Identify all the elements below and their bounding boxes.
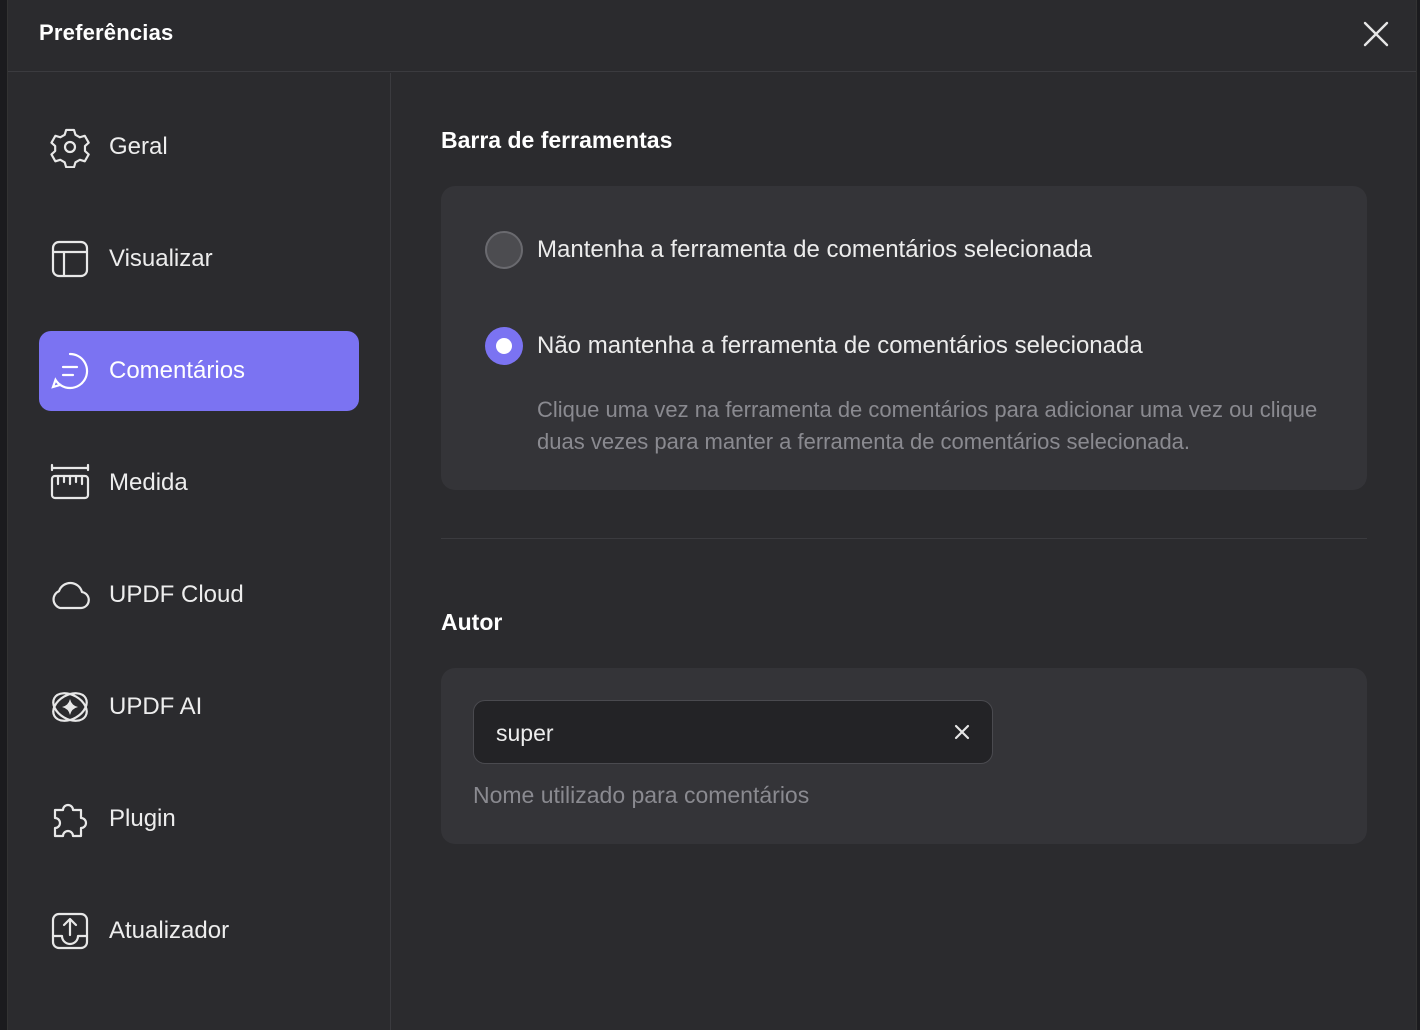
radio-button[interactable] [485, 231, 523, 269]
preferences-content: Barra de ferramentas Mantenha a ferramen… [392, 73, 1416, 1030]
radio-dont-keep-tool-selected[interactable]: Não mantenha a ferramenta de comentários… [485, 326, 1345, 366]
radio-label: Mantenha a ferramenta de comentários sel… [537, 236, 1092, 263]
sidebar-item-label: Atualizador [109, 917, 230, 944]
sidebar-item-label: UPDF AI [109, 693, 203, 720]
comment-icon [49, 350, 91, 392]
cloud-icon [49, 574, 91, 616]
gear-icon [49, 126, 91, 168]
sidebar-item-visualizar[interactable]: Visualizar [39, 219, 359, 299]
sidebar-item-plugin[interactable]: Plugin [39, 779, 359, 859]
sidebar-item-label: Medida [109, 469, 188, 496]
radio-label: Não mantenha a ferramenta de comentários… [537, 332, 1143, 359]
sidebar-item-updf-ai[interactable]: UPDF AI [39, 667, 359, 747]
toolbar-section-title: Barra de ferramentas [441, 127, 673, 153]
sidebar-item-atualizador[interactable]: Atualizador [39, 891, 359, 971]
dialog-titlebar: Preferências [8, 0, 1416, 72]
ai-sparkle-icon [49, 686, 91, 728]
close-icon [1363, 21, 1389, 47]
toolbar-hint-text: Clique uma vez na ferramenta de comentár… [537, 397, 1318, 454]
sidebar-item-medida[interactable]: Medida [39, 443, 359, 523]
sidebar-item-comentarios[interactable]: Comentários [39, 331, 359, 411]
sidebar-item-label: Visualizar [109, 245, 213, 272]
author-hint-text: Nome utilizado para comentários [473, 782, 810, 808]
preferences-dialog: Preferências Geral Visualizar Comentário… [8, 0, 1416, 1030]
sidebar: Geral Visualizar Comentários Medida UPDF… [8, 73, 391, 1030]
author-input[interactable] [494, 715, 928, 751]
author-card: Nome utilizado para comentários [441, 668, 1367, 844]
section-divider [441, 538, 1367, 539]
update-icon [49, 910, 91, 952]
sidebar-item-label: Plugin [109, 805, 176, 832]
radio-keep-tool-selected[interactable]: Mantenha a ferramenta de comentários sel… [485, 230, 1345, 270]
layout-icon [49, 238, 91, 280]
close-button[interactable] [1360, 18, 1392, 50]
dialog-title: Preferências [39, 20, 174, 45]
puzzle-icon [49, 798, 91, 840]
author-section-title: Autor [441, 609, 503, 635]
clear-icon [954, 724, 970, 740]
author-field[interactable] [473, 700, 993, 764]
sidebar-item-label: Comentários [109, 357, 246, 384]
sidebar-item-updf-cloud[interactable]: UPDF Cloud [39, 555, 359, 635]
sidebar-item-geral[interactable]: Geral [39, 107, 359, 187]
toolbar-options-card: Mantenha a ferramenta de comentários sel… [441, 186, 1367, 490]
clear-input-button[interactable] [948, 718, 976, 746]
sidebar-item-label: Geral [109, 133, 168, 160]
ruler-icon [49, 462, 91, 504]
sidebar-item-label: UPDF Cloud [109, 581, 244, 608]
radio-button[interactable] [485, 327, 523, 365]
